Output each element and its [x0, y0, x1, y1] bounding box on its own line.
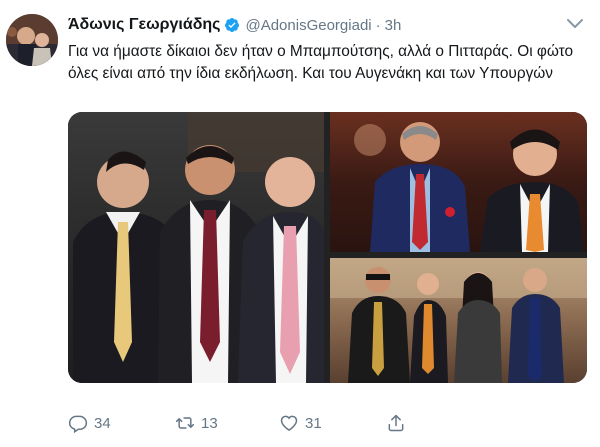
avatar-photo: [6, 14, 58, 66]
tweet-text: Για να ήμαστε δίκαιοι δεν ήταν ο Μπαμπού…: [68, 43, 574, 82]
retweet-button[interactable]: 13: [175, 413, 218, 433]
tweet[interactable]: Άδωνις Γεωργιάδης @AdonisGeorgiadi · 3h …: [0, 0, 600, 447]
photo-3[interactable]: [330, 258, 587, 383]
reply-count: 34: [94, 414, 111, 432]
share-icon: [388, 414, 404, 432]
separator-dot: ·: [375, 16, 381, 34]
retweet-count: 13: [201, 414, 218, 432]
heart-icon: [280, 415, 298, 431]
tweet-timestamp[interactable]: 3h: [385, 17, 402, 34]
retweet-icon: [175, 417, 195, 429]
photo-2[interactable]: [330, 112, 587, 252]
like-count: 31: [305, 414, 322, 432]
reply-button[interactable]: 34: [68, 413, 111, 433]
author-handle[interactable]: @AdonisGeorgiadi: [245, 17, 371, 34]
tweet-header: Άδωνις Γεωργιάδης @AdonisGeorgiadi · 3h: [68, 14, 401, 36]
avatar[interactable]: [6, 14, 58, 66]
media-grid[interactable]: [68, 112, 587, 383]
like-button[interactable]: 31: [279, 413, 322, 433]
chevron-down-icon[interactable]: [565, 16, 585, 32]
photo-1[interactable]: [68, 112, 324, 383]
author-name[interactable]: Άδωνις Γεωργιάδης: [68, 16, 220, 34]
verified-badge-icon: [225, 18, 240, 32]
share-button[interactable]: [386, 413, 412, 433]
reply-icon: [68, 415, 88, 433]
